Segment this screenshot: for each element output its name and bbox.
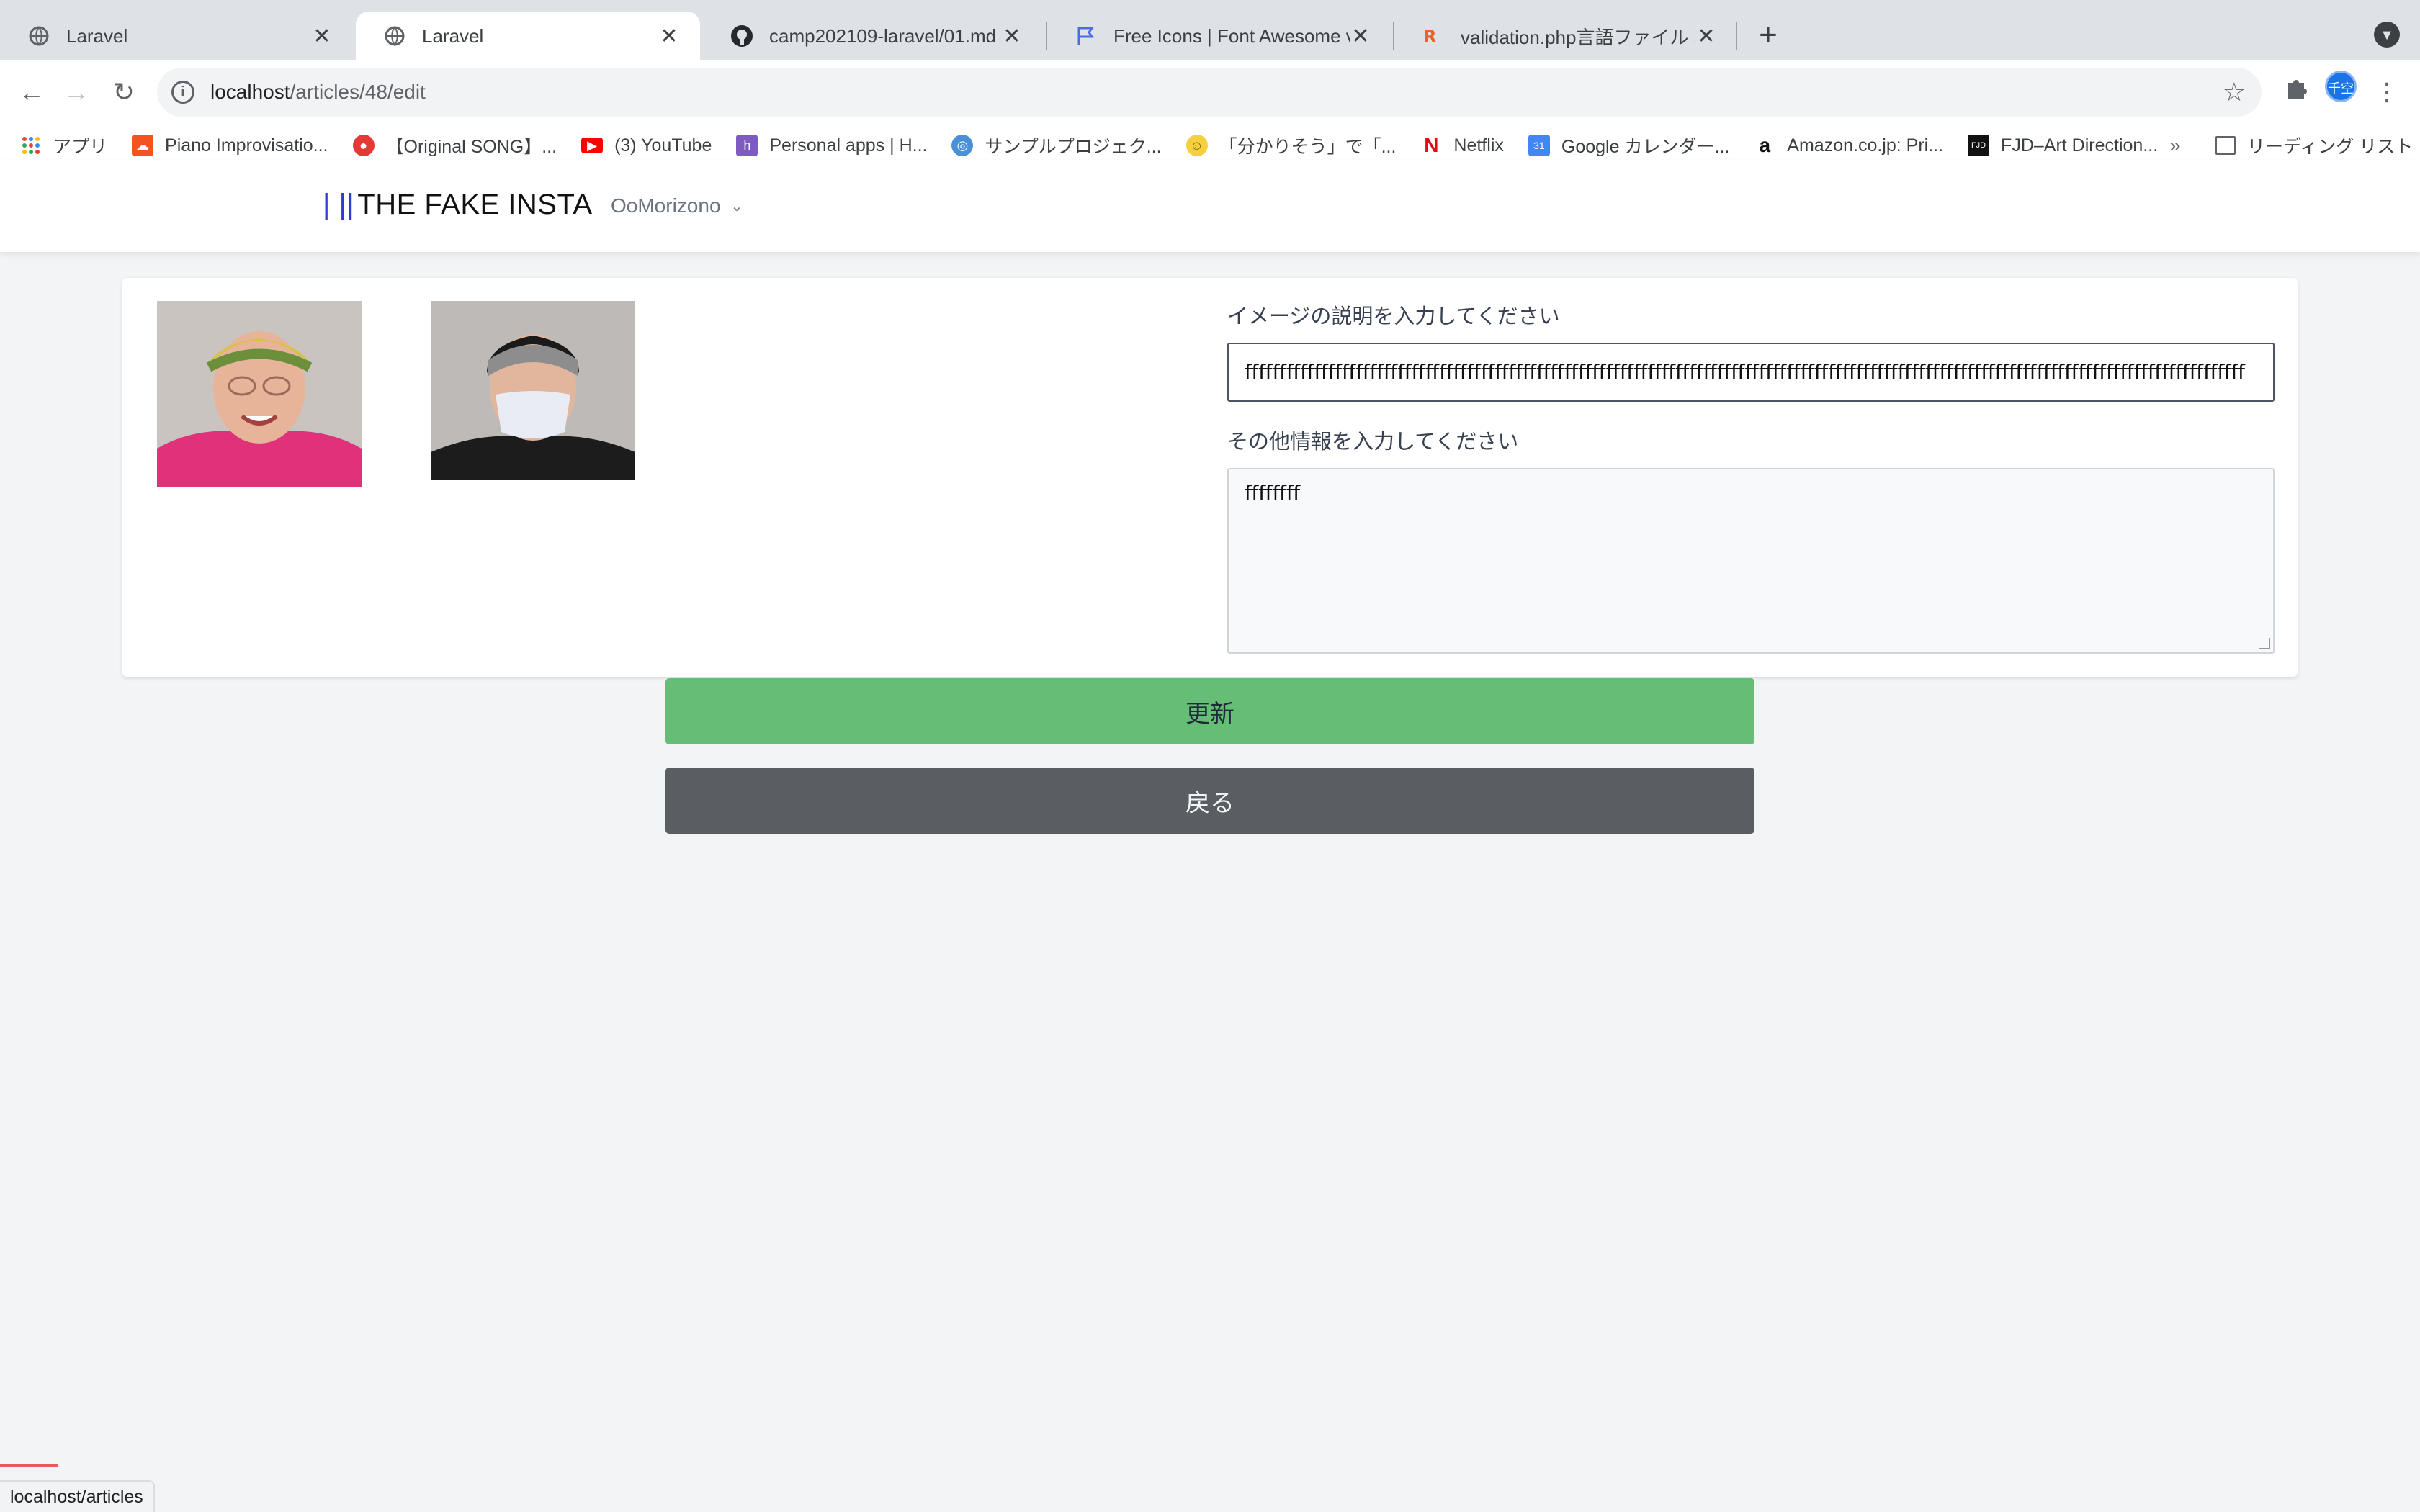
close-icon[interactable]: ✕ — [1695, 24, 1717, 49]
reload-icon[interactable]: ↻ — [102, 71, 145, 114]
bookmark-heroku[interactable]: h Personal apps | H... — [736, 135, 927, 156]
bookmark-amazon[interactable]: a Amazon.co.jp: Pri... — [1754, 134, 1944, 156]
decorative-red-corner — [0, 1464, 58, 1480]
new-tab-plus-icon[interactable]: + — [1750, 17, 1786, 53]
tab-divider — [1736, 22, 1737, 50]
browser-toolbar: ← → ↻ i localhost/articles/48/edit ☆ 千空 … — [0, 60, 2420, 173]
close-icon[interactable]: ✕ — [1350, 24, 1371, 49]
resize-handle-icon[interactable] — [2259, 638, 2270, 649]
browser-tab-5[interactable]: R validation.php言語ファイル 5.6 ✕ — [1394, 12, 1737, 60]
bookmark-original-song[interactable]: ● 【Original SONG】... — [352, 132, 557, 158]
flag-icon — [1075, 24, 1098, 48]
close-icon[interactable]: ✕ — [311, 24, 333, 49]
apps-grid-icon — [20, 135, 42, 156]
browser-tab-4[interactable]: Free Icons | Font Awesome v6 ✕ — [1047, 12, 1392, 60]
bookmark-label: アプリ — [53, 137, 108, 157]
user-dropdown[interactable]: OoMorizono ⌄ — [611, 194, 743, 217]
bookmark-label: (3) YouTube — [614, 135, 712, 156]
article-image-1 — [157, 301, 362, 487]
browser-tab-2-active[interactable]: Laravel ✕ — [356, 12, 700, 60]
other-info-textarea[interactable]: ffffffff — [1227, 468, 2275, 654]
other-info-value: ffffffff — [1245, 481, 1301, 505]
reading-list-label: リーディング リスト — [2247, 137, 2414, 157]
edit-article-card: イメージの説明を入力してください fffffffffffffffffffffff… — [122, 278, 2298, 677]
app-navbar: | || THE FAKE INSTA OoMorizono ⌄ — [0, 160, 2420, 252]
bookmark-label: Piano Improvisatio... — [165, 135, 328, 156]
profile-avatar[interactable]: 千空 — [2325, 71, 2357, 102]
bookmark-fjd[interactable]: FJD FJD–Art Direction... — [1968, 135, 2158, 156]
extensions-puzzle-icon[interactable] — [2277, 73, 2315, 111]
readouble-icon: R — [1422, 24, 1445, 48]
sample-icon: ◎ — [951, 135, 974, 156]
browser-tab-1[interactable]: Laravel ✕ — [0, 12, 353, 60]
article-image-2 — [431, 301, 635, 480]
brand-logo[interactable]: | || THE FAKE INSTA — [323, 189, 593, 221]
svg-text:R: R — [1423, 27, 1436, 47]
url-host: localhost — [210, 81, 290, 103]
chevron-down-icon: ⌄ — [730, 198, 743, 215]
browser-tab-3[interactable]: camp202109-laravel/01.md at ✕ — [703, 12, 1043, 60]
site-info-icon[interactable]: i — [171, 81, 194, 104]
description-input[interactable]: ffffffffffffffffffffffffffffffffffffffff… — [1227, 343, 2275, 402]
bookmark-wakarisou[interactable]: ☺ 「分かりそう」で「... — [1186, 132, 1397, 158]
bookmark-sample-project[interactable]: ◎ サンプルプロジェク... — [951, 132, 1162, 158]
youtube-icon: ▶ — [581, 138, 604, 153]
netflix-icon: N — [1424, 134, 1439, 156]
tab-title: Laravel — [66, 24, 128, 47]
url-path: /articles/48/edit — [290, 81, 426, 103]
record-icon: ● — [352, 135, 375, 156]
bookmark-google-calendar[interactable]: 31 Google カレンダー... — [1528, 132, 1729, 158]
smile-icon: ☺ — [1186, 135, 1208, 156]
amazon-icon: a — [1759, 134, 1771, 156]
bookmark-label: サンプルプロジェク... — [985, 137, 1162, 157]
brand-bars: | || — [323, 189, 355, 220]
bookmark-label: Google カレンダー... — [1561, 137, 1730, 157]
heroku-icon: h — [736, 135, 758, 156]
other-info-label: その他情報を入力してください — [1227, 431, 1519, 454]
description-label: イメージの説明を入力してください — [1227, 305, 1560, 328]
bookmark-label: Netflix — [1453, 135, 1504, 156]
user-name: OoMorizono — [611, 194, 721, 217]
bookmark-label: 「分かりそう」で「... — [1219, 137, 1397, 157]
bookmark-netflix[interactable]: N Netflix — [1420, 134, 1504, 156]
bookmark-apps[interactable]: アプリ — [20, 132, 107, 158]
close-icon[interactable]: ✕ — [658, 24, 680, 49]
tab-title: Free Icons | Font Awesome v6 — [1113, 24, 1350, 47]
browser-tab-strip: Laravel ✕ Laravel ✕ camp202109-laravel/0… — [0, 0, 2420, 60]
back-arrow-icon[interactable]: ← — [10, 71, 53, 114]
back-button[interactable]: 戻る — [666, 768, 1754, 834]
bookmark-label: Amazon.co.jp: Pri... — [1787, 135, 1944, 156]
forward-arrow-icon[interactable]: → — [55, 71, 98, 114]
soundcloud-icon: ☁ — [132, 135, 154, 156]
fjd-icon: FJD — [1968, 135, 1990, 156]
link-status-bar: localhost/articles — [0, 1480, 155, 1512]
tab-title: Laravel — [422, 24, 484, 47]
tab-title: camp202109-laravel/01.md at — [769, 24, 1001, 47]
bookmark-label: 【Original SONG】... — [385, 137, 557, 157]
bookmark-label: Personal apps | H... — [769, 135, 928, 156]
github-icon — [730, 24, 753, 48]
bookmark-piano[interactable]: ☁ Piano Improvisatio... — [132, 135, 328, 156]
globe-icon — [27, 24, 50, 48]
close-icon[interactable]: ✕ — [1001, 24, 1023, 49]
calendar-icon: 31 — [1528, 135, 1550, 156]
tab-title: validation.php言語ファイル 5.6 — [1461, 26, 1695, 48]
update-button[interactable]: 更新 — [666, 678, 1754, 744]
kebab-menu-icon[interactable]: ⋮ — [2368, 73, 2406, 111]
bookmark-star-icon[interactable]: ☆ — [2223, 77, 2246, 107]
bookmark-label: FJD–Art Direction... — [2001, 135, 2159, 156]
reading-list-icon — [2215, 136, 2236, 155]
bookmark-youtube[interactable]: ▶ (3) YouTube — [581, 135, 712, 156]
brand-name: THE FAKE INSTA — [357, 189, 593, 220]
tab-search-chevron-icon[interactable]: ▼ — [2374, 22, 2400, 48]
globe-icon — [383, 24, 406, 48]
address-bar[interactable]: i localhost/articles/48/edit ☆ — [157, 68, 2262, 117]
